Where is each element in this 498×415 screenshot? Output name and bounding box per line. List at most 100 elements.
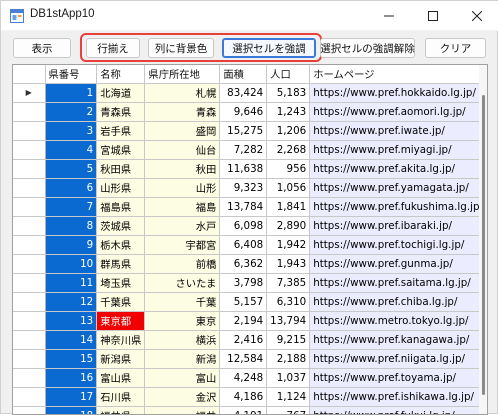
homepage-cell[interactable]: https://www.pref.aomori.lg.jp/ [309, 102, 487, 122]
population-cell[interactable]: 6,310 [266, 292, 311, 312]
column-header[interactable]: 名称 [96, 65, 146, 84]
homepage-cell[interactable]: https://www.pref.saitama.lg.jp/ [309, 273, 487, 293]
prefecture-number-cell[interactable]: 2 [45, 102, 98, 122]
row-header[interactable] [13, 330, 46, 350]
population-cell[interactable]: 9,215 [266, 330, 311, 350]
row-header[interactable] [13, 368, 46, 388]
population-cell[interactable]: 2,268 [266, 140, 311, 160]
table-row[interactable]: 14 神奈川県 横浜 2,416 9,215 https://www.pref.kanag… [13, 330, 487, 350]
prefecture-name-cell[interactable]: 群馬県 [96, 254, 146, 274]
row-header[interactable] [13, 216, 46, 236]
capital-cell[interactable]: 宇都宮 [144, 235, 221, 255]
row-header[interactable] [13, 102, 46, 122]
population-cell[interactable]: 1,942 [266, 235, 311, 255]
table-row[interactable]: 15 新潟県 新潟 12,584 2,188 https://www.pref.niiga… [13, 349, 487, 369]
prefecture-name-cell[interactable]: 宮城県 [96, 140, 146, 160]
prefecture-number-cell[interactable]: 3 [45, 121, 98, 141]
vertical-scrollbar[interactable] [479, 65, 487, 414]
maximize-button[interactable] [411, 1, 455, 31]
capital-cell[interactable]: 水戸 [144, 216, 221, 236]
prefecture-number-cell[interactable]: 4 [45, 140, 98, 160]
table-row[interactable]: 10 群馬県 前橋 6,362 1,943 https://www.pref.gunma.… [13, 254, 487, 274]
prefecture-name-cell[interactable]: 秋田県 [96, 159, 146, 179]
prefecture-number-cell[interactable]: 6 [45, 178, 98, 198]
prefecture-number-cell[interactable]: 16 [45, 368, 98, 388]
align-rows-button[interactable]: 行揃え [86, 38, 140, 58]
area-cell[interactable]: 7,282 [219, 140, 268, 160]
table-row[interactable]: 6 山形県 山形 9,323 1,056 https://www.pref.yamagat… [13, 178, 487, 198]
emphasize-selected-button[interactable]: 選択セルを強調 [222, 38, 316, 58]
homepage-cell[interactable]: https://www.pref.ishikawa.lg.jp/ [309, 387, 487, 407]
show-button[interactable]: 表示 [13, 38, 71, 58]
capital-cell[interactable]: 青森 [144, 102, 221, 122]
prefecture-name-cell[interactable]: 富山県 [96, 368, 146, 388]
area-cell[interactable]: 6,408 [219, 235, 268, 255]
prefecture-number-cell[interactable]: 10 [45, 254, 98, 274]
row-header[interactable] [13, 159, 46, 179]
homepage-cell[interactable]: https://www.pref.iwate.jp/ [309, 121, 487, 141]
row-header[interactable]: ▶ [13, 83, 46, 103]
prefecture-number-cell[interactable]: 9 [45, 235, 98, 255]
prefecture-name-cell[interactable]: 千葉県 [96, 292, 146, 312]
capital-cell[interactable]: 新潟 [144, 349, 221, 369]
capital-cell[interactable]: 盛岡 [144, 121, 221, 141]
homepage-cell[interactable]: https://www.metro.tokyo.lg.jp/ [309, 311, 487, 331]
prefecture-number-cell[interactable]: 17 [45, 387, 98, 407]
table-row[interactable]: 12 千葉県 千葉 5,157 6,310 https://www.pref.chiba.… [13, 292, 487, 312]
area-cell[interactable]: 9,323 [219, 178, 268, 198]
population-cell[interactable]: 2,890 [266, 216, 311, 236]
prefecture-name-cell[interactable]: 神奈川県 [96, 330, 146, 350]
area-cell[interactable]: 4,186 [219, 387, 268, 407]
capital-cell[interactable]: 山形 [144, 178, 221, 198]
data-grid[interactable]: 県番号 名称 県庁所在地 面積 人口 ホームページ ▶ 1 北海道 札幌 83,424 5… [12, 64, 488, 415]
area-cell[interactable]: 4,248 [219, 368, 268, 388]
prefecture-number-cell[interactable]: 15 [45, 349, 98, 369]
population-cell[interactable]: 5,183 [266, 83, 311, 103]
table-row[interactable]: 16 富山県 富山 4,248 1,037 https://www.pref.toyama… [13, 368, 487, 388]
population-cell[interactable]: 7,385 [266, 273, 311, 293]
capital-cell[interactable]: 秋田 [144, 159, 221, 179]
table-row[interactable]: 8 茨城県 水戸 6,098 2,890 https://www.pref.ibaraki… [13, 216, 487, 236]
area-cell[interactable]: 9,646 [219, 102, 268, 122]
capital-cell[interactable]: 東京 [144, 311, 221, 331]
population-cell[interactable]: 1,037 [266, 368, 311, 388]
table-row[interactable]: 3 岩手県 盛岡 15,275 1,206 https://www.pref.iwate.… [13, 121, 487, 141]
prefecture-name-cell[interactable]: 埼玉県 [96, 273, 146, 293]
prefecture-name-cell[interactable]: 北海道 [96, 83, 146, 103]
homepage-cell[interactable]: https://www.pref.gunma.jp/ [309, 254, 487, 274]
prefecture-number-cell[interactable]: 5 [45, 159, 98, 179]
area-cell[interactable]: 11,638 [219, 159, 268, 179]
table-row[interactable]: 4 宮城県 仙台 7,282 2,268 https://www.pref.miyagi.… [13, 140, 487, 160]
prefecture-number-cell[interactable]: 8 [45, 216, 98, 236]
area-cell[interactable]: 83,424 [219, 83, 268, 103]
capital-cell[interactable]: 富山 [144, 368, 221, 388]
column-background-button[interactable]: 列に背景色 [148, 38, 214, 58]
clear-button[interactable]: クリア [425, 38, 486, 58]
row-header[interactable] [13, 292, 46, 312]
population-cell[interactable]: 2,188 [266, 349, 311, 369]
table-row[interactable]: 7 福島県 福島 13,784 1,841 https://www.pref.fukush… [13, 197, 487, 217]
prefecture-number-cell[interactable]: 12 [45, 292, 98, 312]
population-cell[interactable]: 956 [266, 159, 311, 179]
row-header[interactable] [13, 387, 46, 407]
column-header[interactable]: 人口 [266, 65, 311, 84]
homepage-cell[interactable]: https://www.pref.niigata.lg.jp/ [309, 349, 487, 369]
row-header[interactable] [13, 178, 46, 198]
prefecture-name-cell[interactable]: 山形県 [96, 178, 146, 198]
homepage-cell[interactable]: https://www.pref.tochigi.lg.jp/ [309, 235, 487, 255]
prefecture-number-cell[interactable]: 11 [45, 273, 98, 293]
prefecture-name-cell[interactable]: 福島県 [96, 197, 146, 217]
prefecture-number-cell[interactable]: 1 [45, 83, 98, 103]
population-cell[interactable]: 1,841 [266, 197, 311, 217]
minimize-button[interactable] [367, 1, 411, 31]
capital-cell[interactable]: 横浜 [144, 330, 221, 350]
row-header[interactable] [13, 235, 46, 255]
area-cell[interactable]: 6,362 [219, 254, 268, 274]
area-cell[interactable]: 15,275 [219, 121, 268, 141]
row-header[interactable] [13, 140, 46, 160]
row-header[interactable] [13, 273, 46, 293]
prefecture-name-cell[interactable]: 茨城県 [96, 216, 146, 236]
capital-cell[interactable]: 千葉 [144, 292, 221, 312]
row-header[interactable] [13, 254, 46, 274]
prefecture-name-cell[interactable]: 石川県 [96, 387, 146, 407]
